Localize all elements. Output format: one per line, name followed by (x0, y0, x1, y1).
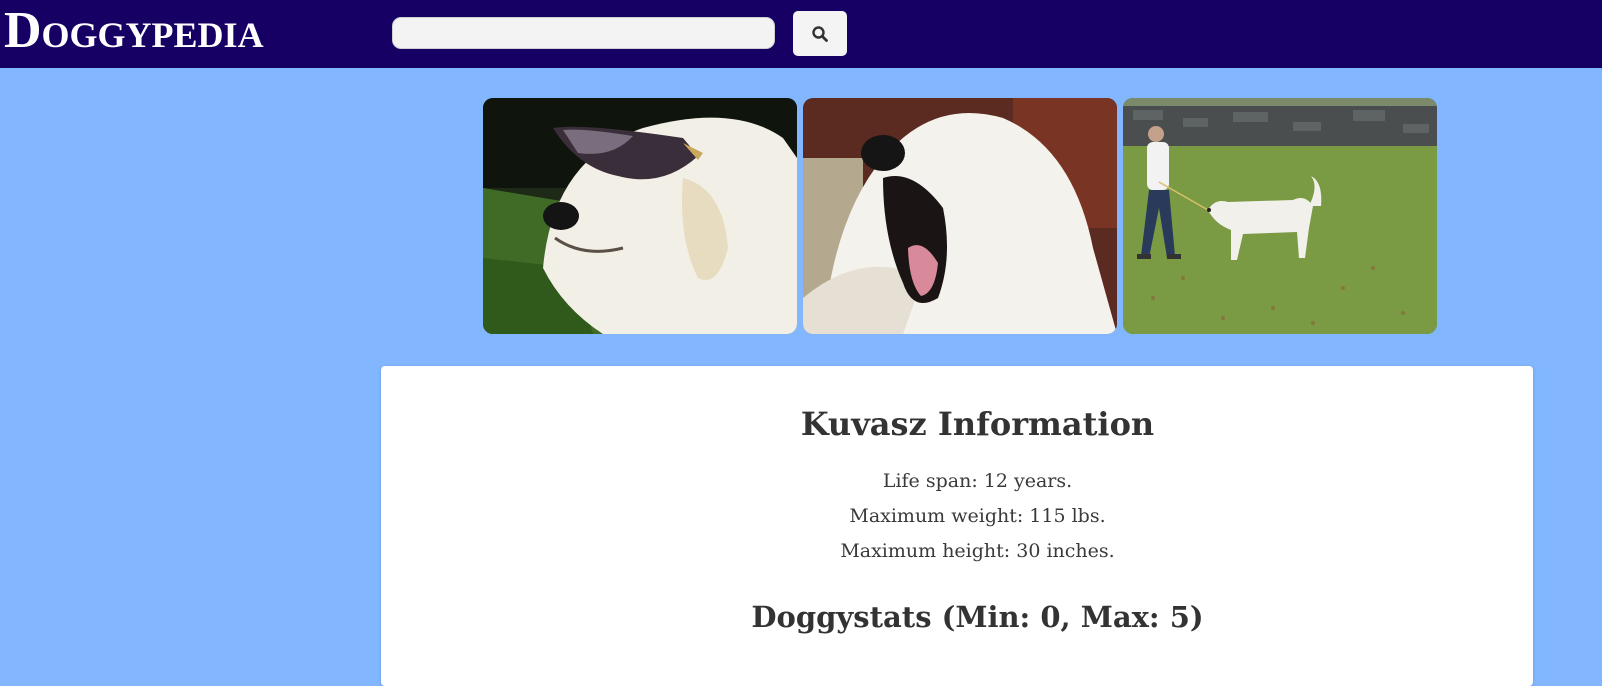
search-button[interactable] (793, 11, 847, 56)
site-logo[interactable]: Doggypedia (4, 1, 264, 61)
breed-info-card: Kuvasz Information Life span: 12 years. … (381, 366, 1533, 686)
dog-photo-walking (1123, 98, 1437, 334)
breed-facts: Life span: 12 years. Maximum weight: 115… (381, 464, 1574, 569)
life-span-text: Life span: 12 years. (882, 470, 1073, 492)
dog-photo-sunglasses (483, 98, 797, 334)
max-weight-text: Maximum weight: 115 lbs. (849, 505, 1106, 527)
search-icon (812, 25, 828, 42)
breed-info-title: Kuvasz Information (800, 405, 1155, 443)
search-input[interactable] (392, 17, 775, 49)
max-height-text: Maximum height: 30 inches. (840, 540, 1115, 562)
top-navbar: Doggypedia (0, 0, 1602, 68)
dog-photo-yawning (803, 98, 1117, 334)
doggystats-title: Doggystats (Min: 0, Max: 5) (751, 600, 1204, 634)
